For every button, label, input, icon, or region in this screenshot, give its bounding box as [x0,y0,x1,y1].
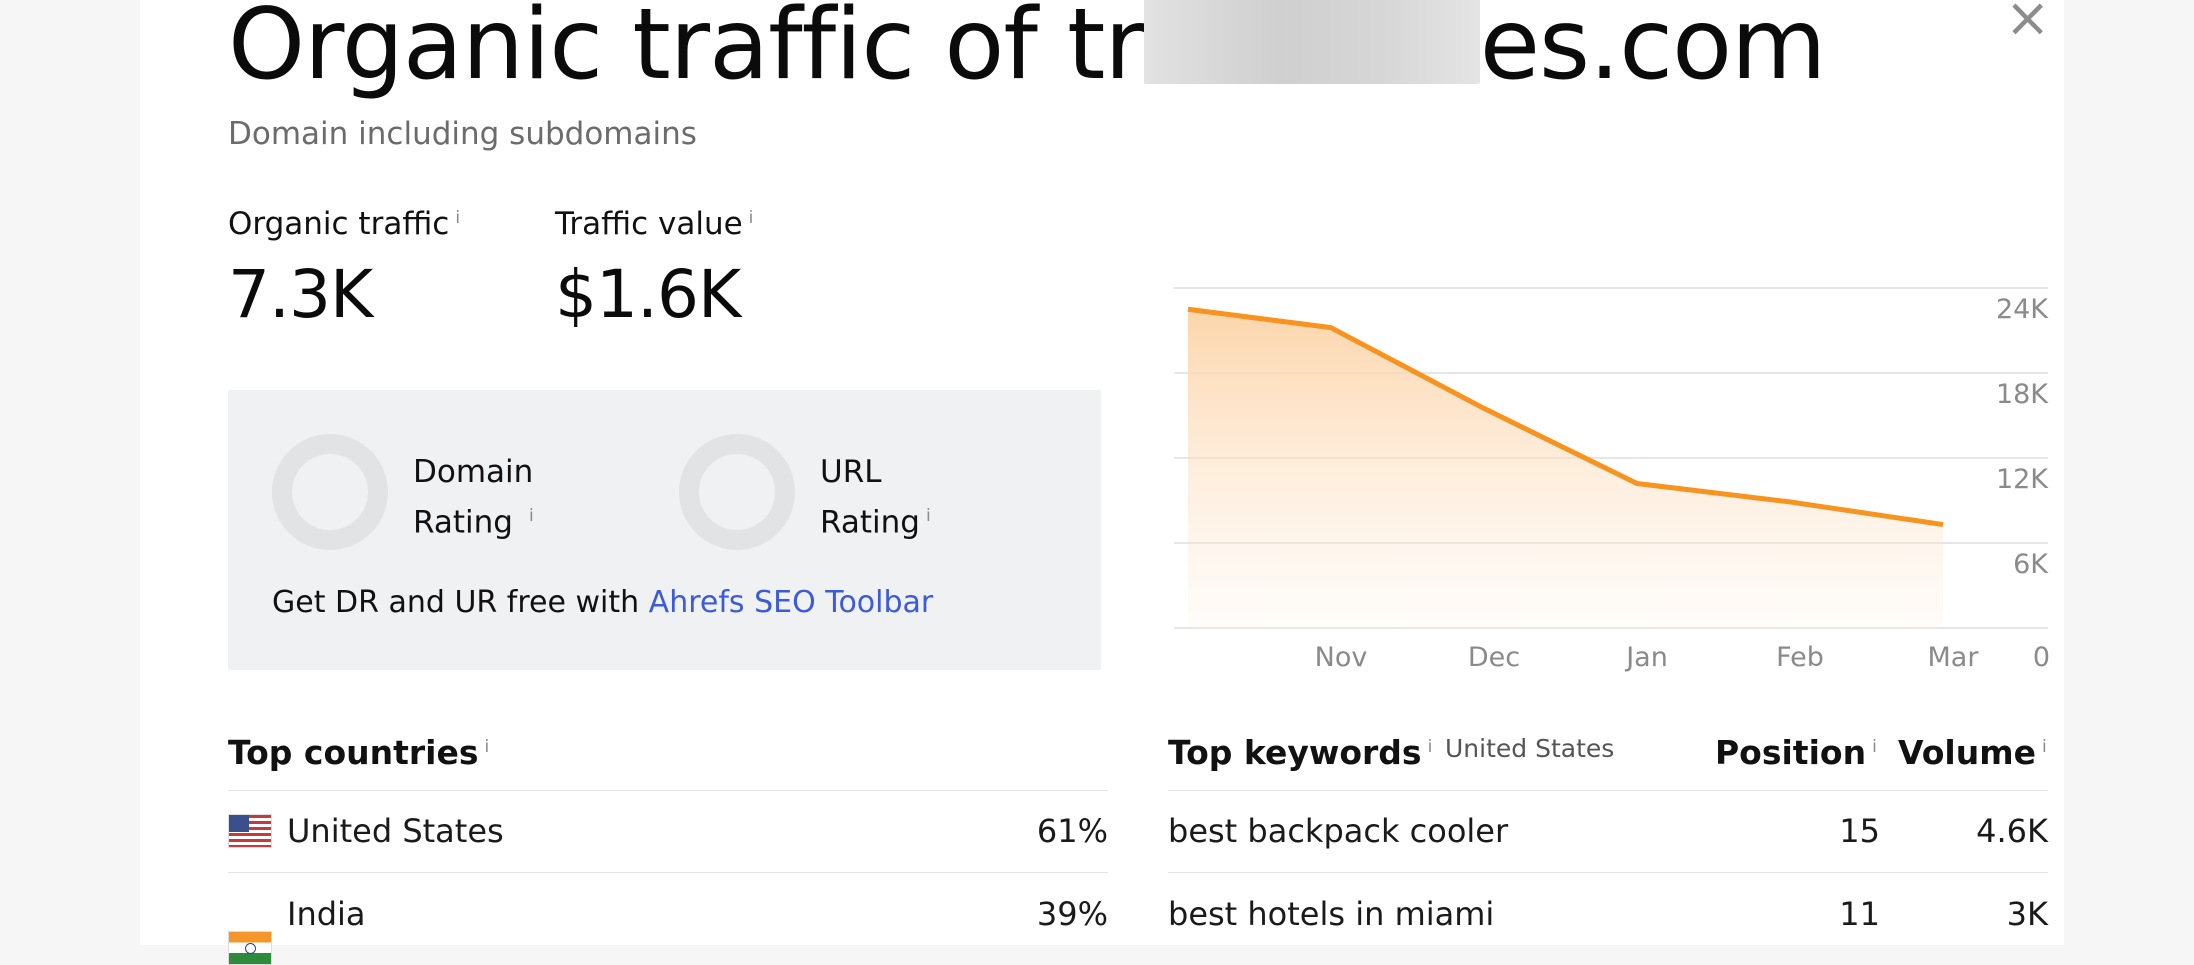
divider [1168,790,2048,791]
domain-rating-label: Domain Rating i [413,450,534,544]
india-flag-icon [228,931,272,965]
info-icon[interactable]: i [926,506,931,526]
page-subtitle: Domain including subdomains [228,116,697,152]
country-share: 61% [1036,812,1108,850]
volume-header-label: Volume [1898,733,2036,772]
toolbar-promo: Get DR and UR free with Ahrefs SEO Toolb… [272,585,933,620]
x-tick-label: Nov [1315,642,1368,673]
info-icon[interactable]: i [2042,737,2047,757]
x-tick-label: Dec [1468,642,1520,673]
x-tick-label: Jan [1624,642,1668,673]
close-icon[interactable]: × [2005,0,2050,49]
url-rating-label: URL Rating i [820,450,931,544]
divider [228,872,1108,873]
traffic-value-value: $1.6K [555,256,741,333]
y-tick-label: 12K [1996,464,2049,495]
keyword-volume: 4.6K [1976,812,2048,850]
info-icon[interactable]: i [455,208,460,228]
divider [1168,872,2048,873]
us-flag-icon [228,814,272,848]
y-tick-label: 0 [2033,642,2050,673]
title-prefix: Organic traffic of tr [228,0,1145,102]
position-column-header: Position i [1715,733,1877,772]
domain-rating-line2: Rating [413,504,513,541]
traffic-value-label: Traffic value [555,206,743,242]
ahrefs-toolbar-link[interactable]: Ahrefs SEO Toolbar [649,585,934,620]
keyword-link[interactable]: best backpack cooler [1168,812,1508,850]
y-tick-label: 6K [2013,549,2049,580]
top-keywords-heading: Top keywords i [1168,733,1432,772]
keyword-position: 15 [1839,812,1880,850]
top-countries-title: Top countries [228,733,479,772]
domain-rating-ring-icon [272,434,388,550]
organic-traffic-value: 7.3K [228,256,373,333]
url-rating-line1: URL [820,454,882,490]
divider [228,790,1108,791]
x-tick-label: Feb [1776,642,1824,673]
y-tick-label: 18K [1996,379,2049,410]
promo-text: Get DR and UR free with [272,585,649,620]
keyword-position: 11 [1839,895,1880,933]
keywords-country-selector[interactable]: United States [1445,734,1614,763]
x-tick-label: Mar [1928,642,1980,673]
traffic-area-fill [1188,309,1943,628]
traffic-value-metric: Traffic value i $1.6K [555,206,753,333]
organic-traffic-metric: Organic traffic i 7.3K [228,206,460,333]
info-icon[interactable]: i [485,737,490,757]
position-header-label: Position [1715,733,1867,772]
top-countries-heading: Top countries i [228,733,489,772]
y-tick-label: 24K [1996,294,2049,325]
organic-traffic-chart: 24K 18K 12K 6K 0 Nov Dec Jan Feb Mar [1174,287,2050,673]
info-icon[interactable]: i [749,208,754,228]
keyword-link[interactable]: best hotels in miami [1168,895,1494,933]
info-icon[interactable]: i [1872,737,1877,757]
keyword-volume: 3K [2006,895,2048,933]
domain-rating-line1: Domain [413,454,534,490]
organic-traffic-label: Organic traffic [228,206,450,242]
top-keywords-title: Top keywords [1168,733,1422,772]
url-rating-ring-icon [679,434,795,550]
country-name[interactable]: United States [287,812,504,850]
page-title: Organic traffic of tr es.com [228,0,1827,102]
title-suffix: es.com [1479,0,1827,102]
url-rating-line2: Rating [820,504,920,541]
info-icon[interactable]: i [529,506,534,526]
redacted-domain-blur [1143,0,1480,84]
country-name[interactable]: India [287,895,366,933]
volume-column-header: Volume i [1898,733,2047,772]
country-share: 39% [1036,895,1108,933]
info-icon[interactable]: i [1428,737,1433,757]
